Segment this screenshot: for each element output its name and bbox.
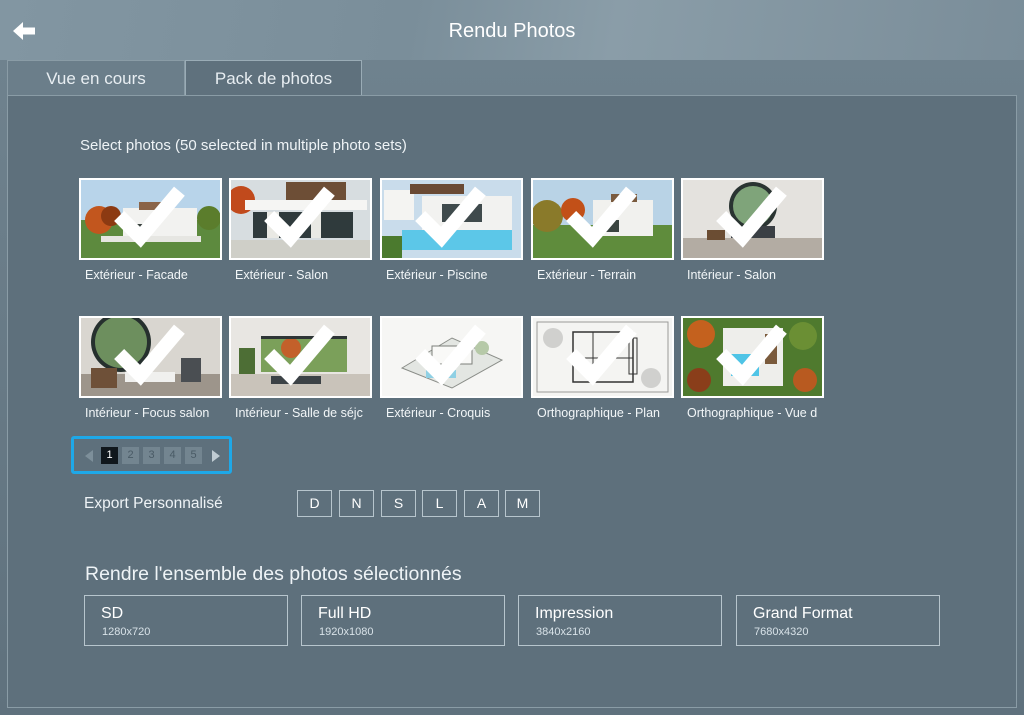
export-n-button[interactable]: N	[339, 490, 374, 517]
tab-bar: Vue en cours Pack de photos	[7, 60, 1017, 96]
checkmark-icon	[566, 324, 637, 386]
photo-label: Extérieur - Salon	[235, 268, 329, 282]
photo-thumbnail-orthographique-vue[interactable]	[681, 316, 824, 398]
photo-thumbnail-exterieur-terrain[interactable]	[531, 178, 674, 260]
checkmark-icon	[716, 186, 787, 248]
title-bar: Rendu Photos	[0, 0, 1024, 60]
photo-label: Orthographique - Plan	[537, 406, 660, 420]
checkmark-icon	[264, 324, 335, 386]
page-3-button[interactable]: 3	[143, 447, 160, 464]
photo-thumbnail-exterieur-salon[interactable]	[229, 178, 372, 260]
tab-vue-en-cours[interactable]: Vue en cours	[7, 60, 185, 96]
export-personnalise-label: Export Personnalisé	[84, 495, 223, 512]
page-5-button[interactable]: 5	[185, 447, 202, 464]
export-d-button[interactable]: D	[297, 490, 332, 517]
resolution-size: 3840x2160	[536, 626, 591, 638]
page-1-button[interactable]: 1	[101, 447, 118, 464]
render-heading: Rendre l'ensemble des photos sélectionné…	[85, 563, 462, 585]
checkmark-icon	[415, 324, 486, 386]
checkmark-icon	[566, 186, 637, 248]
export-s-button[interactable]: S	[381, 490, 416, 517]
photo-label: Intérieur - Focus salon	[85, 406, 210, 420]
photo-thumbnail-orthographique-plan[interactable]	[531, 316, 674, 398]
page-4-button[interactable]: 4	[164, 447, 181, 464]
export-a-button[interactable]: A	[464, 490, 499, 517]
page-2-button[interactable]: 2	[122, 447, 139, 464]
triangle-right-icon[interactable]	[210, 449, 222, 463]
checkmark-icon	[114, 324, 185, 386]
render-full-hd-button[interactable]: Full HD 1920x1080	[301, 595, 505, 646]
checkmark-icon	[415, 186, 486, 248]
photo-label: Extérieur - Facade	[85, 268, 188, 282]
photo-label: Extérieur - Croquis	[386, 406, 491, 420]
select-photos-label: Select photos (50 selected in multiple p…	[80, 137, 407, 154]
checkmark-icon	[264, 186, 335, 248]
resolution-name: Impression	[535, 605, 614, 622]
photo-label: Orthographique - Vue d	[687, 406, 818, 420]
resolution-size: 7680x4320	[754, 626, 809, 638]
photo-thumbnail-exterieur-croquis[interactable]	[380, 316, 523, 398]
resolution-name: Full HD	[318, 605, 372, 622]
checkmark-icon	[716, 324, 787, 386]
photo-label: Intérieur - Salle de séjc	[235, 406, 363, 420]
export-l-button[interactable]: L	[422, 490, 457, 517]
export-m-button[interactable]: M	[505, 490, 540, 517]
render-impression-button[interactable]: Impression 3840x2160	[518, 595, 722, 646]
tab-pack-de-photos[interactable]: Pack de photos	[185, 60, 362, 96]
window-title: Rendu Photos	[448, 20, 576, 42]
photo-thumbnail-exterieur-facade[interactable]	[79, 178, 222, 260]
photo-thumbnail-exterieur-piscine[interactable]	[380, 178, 523, 260]
photo-thumbnail-interieur-salon[interactable]	[681, 178, 824, 260]
photo-label: Extérieur - Terrain	[537, 268, 637, 282]
render-grand-format-button[interactable]: Grand Format 7680x4320	[736, 595, 940, 646]
photo-label: Intérieur - Salon	[687, 268, 776, 282]
resolution-size: 1920x1080	[319, 626, 374, 638]
pagination: 1 2 3 4 5	[71, 436, 232, 474]
photo-thumbnail-interieur-focus-salon[interactable]	[79, 316, 222, 398]
render-photos-window: Rendu Photos Vue en cours Pack de photos…	[0, 0, 1024, 715]
resolution-size: 1280x720	[102, 626, 151, 638]
render-sd-button[interactable]: SD 1280x720	[84, 595, 288, 646]
checkmark-icon	[114, 186, 185, 248]
triangle-left-icon[interactable]	[83, 449, 95, 463]
photo-label: Extérieur - Piscine	[386, 268, 488, 282]
photo-thumbnail-interieur-salle-de-sejour[interactable]	[229, 316, 372, 398]
resolution-name: SD	[101, 605, 124, 622]
resolution-name: Grand Format	[753, 605, 853, 622]
